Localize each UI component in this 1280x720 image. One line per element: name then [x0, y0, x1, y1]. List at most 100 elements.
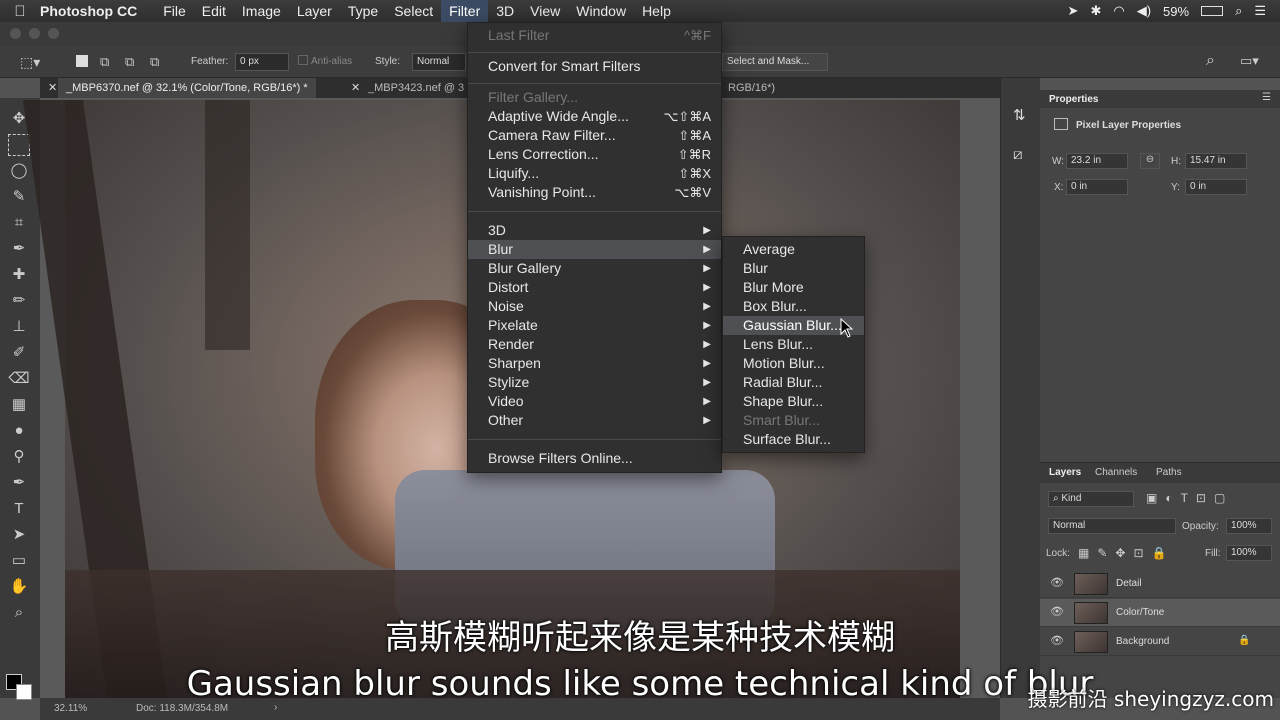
search-icon[interactable]: ⌕ — [1206, 52, 1215, 70]
subtract-selection-icon[interactable]: ⧉ — [125, 54, 134, 70]
menu-item-blur-more[interactable]: Blur More — [723, 278, 864, 297]
y-field[interactable]: 0 in — [1185, 179, 1247, 195]
lasso-tool-icon[interactable]: ◯ — [8, 160, 30, 182]
menu-item-blur[interactable]: Blur ▶ — [468, 240, 721, 259]
dodge-tool-icon[interactable]: ⚲ — [8, 446, 30, 468]
menu-item-filter-gallery[interactable]: Filter Gallery... — [468, 88, 721, 107]
width-field[interactable]: 23.2 in — [1066, 153, 1128, 169]
battery-icon[interactable] — [1201, 6, 1224, 16]
menu-select[interactable]: Select — [386, 0, 441, 22]
healing-tool-icon[interactable]: ✚ — [8, 264, 30, 286]
blend-mode-select[interactable]: Normal — [1048, 518, 1176, 534]
path-select-tool-icon[interactable]: ➤ — [8, 524, 30, 546]
menu-filter[interactable]: Filter — [441, 0, 489, 22]
marquee-tool-icon[interactable]: ⬚▾ — [20, 54, 40, 71]
menu-window[interactable]: Window — [568, 0, 634, 22]
app-name[interactable]: Photoshop CC — [40, 3, 137, 19]
minimize-window-button[interactable] — [29, 28, 40, 39]
tab-mbp3423[interactable]: _MBP3423.nef @ 3 — [360, 78, 472, 98]
intersect-selection-icon[interactable]: ⧉ — [150, 54, 159, 70]
history-icon[interactable]: ⇅ — [1013, 106, 1026, 124]
pen-tool-icon[interactable]: ✒ — [8, 472, 30, 494]
fill-field[interactable]: 100% — [1226, 545, 1272, 561]
properties-title[interactable]: Properties — [1049, 94, 1098, 105]
menu-item-blur-simple[interactable]: Blur — [723, 259, 864, 278]
menu-item-3d[interactable]: 3D ▶ — [468, 221, 721, 240]
feather-input[interactable]: 0 px — [235, 53, 289, 71]
eraser-tool-icon[interactable]: ⌫ — [8, 368, 30, 390]
stamp-tool-icon[interactable]: ⊥ — [8, 316, 30, 338]
menu-item-box-blur[interactable]: Box Blur... — [723, 297, 864, 316]
blur-tool-icon[interactable]: ● — [8, 420, 30, 442]
tab-paths[interactable]: Paths — [1156, 467, 1182, 478]
kind-filter[interactable]: ⌕ Kind — [1048, 491, 1134, 507]
close-tab-icon[interactable]: ✕ — [351, 81, 360, 94]
quick-select-tool-icon[interactable]: ✎ — [8, 186, 30, 208]
tab-tail[interactable]: RGB/16*) — [720, 78, 783, 98]
menu-item-liquify[interactable]: Liquify... ⇧⌘X — [468, 164, 721, 183]
menu-item-noise[interactable]: Noise ▶ — [468, 297, 721, 316]
menu-item-distort[interactable]: Distort ▶ — [468, 278, 721, 297]
new-selection-icon[interactable] — [76, 55, 88, 67]
menu-item-surface-blur[interactable]: Surface Blur... — [723, 430, 864, 449]
menu-item-average[interactable]: Average — [723, 240, 864, 259]
menu-item-sharpen[interactable]: Sharpen ▶ — [468, 354, 721, 373]
apple-menu-icon[interactable]:  — [0, 3, 40, 20]
menu-file[interactable]: File — [155, 0, 194, 22]
menu-item-radial-blur[interactable]: Radial Blur... — [723, 373, 864, 392]
list-icon[interactable]: ☰ — [1254, 3, 1266, 19]
link-icon[interactable]: ⊖ — [1140, 153, 1160, 169]
menu-item-motion-blur[interactable]: Motion Blur... — [723, 354, 864, 373]
menu-layer[interactable]: Layer — [289, 0, 340, 22]
zoom-window-button[interactable] — [48, 28, 59, 39]
menu-item-adaptive-wide-angle[interactable]: Adaptive Wide Angle... ⌥⇧⌘A — [468, 107, 721, 126]
menu-item-last-filter[interactable]: Last Filter ^⌘F — [468, 26, 721, 45]
tab-channels[interactable]: Channels — [1095, 467, 1137, 478]
history-brush-tool-icon[interactable]: ✐ — [8, 342, 30, 364]
menu-item-shape-blur[interactable]: Shape Blur... — [723, 392, 864, 411]
location-icon[interactable]: ➤ — [1068, 3, 1079, 19]
tab-mbp6370[interactable]: _MBP6370.nef @ 32.1% (Color/Tone, RGB/16… — [58, 78, 316, 98]
search-icon[interactable]: ⌕ — [1235, 3, 1242, 19]
style-select[interactable]: Normal — [412, 53, 466, 71]
menu-item-other[interactable]: Other ▶ — [468, 411, 721, 430]
gradient-tool-icon[interactable]: ▦ — [8, 394, 30, 416]
menu-view[interactable]: View — [522, 0, 568, 22]
marquee-tool-icon[interactable] — [8, 134, 30, 156]
menu-type[interactable]: Type — [340, 0, 386, 22]
panel-menu-icon[interactable]: ☰ — [1262, 92, 1271, 103]
close-tab-icon[interactable]: ✕ — [48, 81, 57, 94]
eye-icon[interactable]: 👁 — [1050, 576, 1064, 589]
height-field[interactable]: 15.47 in — [1185, 153, 1247, 169]
zoom-level[interactable]: 32.11% — [54, 703, 87, 714]
workspace-icon[interactable]: ▭▾ — [1240, 53, 1259, 69]
menu-item-smart-blur[interactable]: Smart Blur... — [723, 411, 864, 430]
menu-item-camera-raw[interactable]: Camera Raw Filter... ⇧⌘A — [468, 126, 721, 145]
filter-icons[interactable]: ▣◐T⊡▢ — [1146, 491, 1233, 505]
lock-icons[interactable]: ▦✎✥⊡🔒 — [1078, 546, 1174, 560]
brush-tool-icon[interactable]: ✏ — [8, 290, 30, 312]
menu-edit[interactable]: Edit — [194, 0, 234, 22]
opacity-field[interactable]: 100% — [1226, 518, 1272, 534]
close-window-button[interactable] — [10, 28, 21, 39]
wifi-icon[interactable]: ◠ — [1113, 3, 1124, 19]
menu-item-browse-filters-online[interactable]: Browse Filters Online... — [468, 449, 721, 468]
menu-image[interactable]: Image — [234, 0, 289, 22]
crop-tool-icon[interactable]: ⌗ — [8, 212, 30, 234]
shape-tool-icon[interactable]: ▭ — [8, 550, 30, 572]
x-field[interactable]: 0 in — [1066, 179, 1128, 195]
volume-icon[interactable]: ◀) — [1137, 3, 1151, 19]
hand-tool-icon[interactable]: ✋ — [8, 576, 30, 598]
adjustments-icon[interactable]: ⧄ — [1013, 146, 1023, 163]
menu-item-pixelate[interactable]: Pixelate ▶ — [468, 316, 721, 335]
menu-item-blur-gallery[interactable]: Blur Gallery ▶ — [468, 259, 721, 278]
menu-help[interactable]: Help — [634, 0, 679, 22]
add-selection-icon[interactable]: ⧉ — [100, 54, 109, 70]
menu-item-convert-smart-filters[interactable]: Convert for Smart Filters — [468, 57, 721, 76]
layer-row-detail[interactable]: 👁 Detail — [1040, 570, 1280, 598]
menu-item-stylize[interactable]: Stylize ▶ — [468, 373, 721, 392]
menu-3d[interactable]: 3D — [488, 0, 522, 22]
antialias-checkbox[interactable] — [298, 55, 308, 65]
menu-item-vanishing-point[interactable]: Vanishing Point... ⌥⌘V — [468, 183, 721, 202]
eyedropper-tool-icon[interactable]: ✒ — [8, 238, 30, 260]
